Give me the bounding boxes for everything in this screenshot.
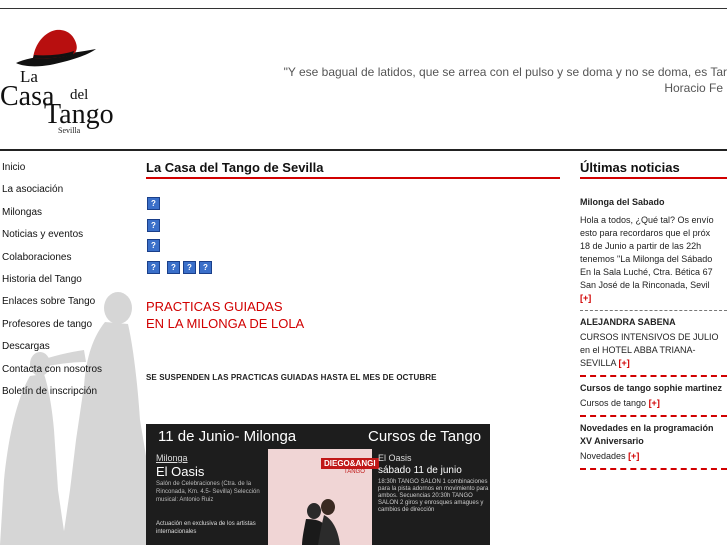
quote-author: Horacio Fe [664, 81, 723, 95]
news-item-title[interactable]: Cursos de tango sophie martinez [580, 382, 727, 395]
broken-image-icon[interactable]: ? [167, 261, 180, 274]
event-flyer-image[interactable]: 11 de Junio- Milonga Cursos de Tango Mil… [146, 424, 490, 545]
news-title-underline [580, 177, 727, 179]
nav-item-noticias-y-eventos[interactable]: Noticias y eventos [2, 224, 102, 246]
news-item-body-line: Novedades [580, 451, 626, 461]
news-item-body-line: CURSOS INTENSIVOS DE JULIO [580, 332, 719, 342]
header-quote: "Y ese bagual de latidos, que se arrea c… [257, 64, 727, 96]
flyer-right-title: Cursos de Tango [368, 428, 482, 445]
practice-line-1: PRACTICAS GUIADAS [146, 299, 283, 314]
news-item: Novedades en la programación XV Aniversa… [580, 422, 727, 463]
news-item-body-line: SEVILLA [580, 358, 617, 368]
news-item-body-line: San José de la Rinconada, Sevil [580, 280, 710, 290]
top-divider [0, 8, 727, 9]
flyer-brand-sub: TANGO [344, 469, 365, 475]
nav-item-descargas[interactable]: Descargas [2, 336, 102, 358]
nav-item-inicio[interactable]: Inicio [2, 157, 102, 179]
news-item-title[interactable]: Novedades en la programación XV Aniversa… [580, 422, 727, 448]
main-nav: Inicio La asociación Milongas Noticias y… [2, 157, 102, 403]
flyer-right-details: 18:30h TANGO SALON 1 combinaciones para … [378, 479, 489, 513]
news-item-body-line: Hola a todos, ¿Qué tal? Os envío [580, 215, 714, 225]
read-more-link[interactable]: [+] [628, 451, 639, 461]
broken-image-icon[interactable]: ? [183, 261, 196, 274]
news-item: ALEJANDRA SABENA CURSOS INTENSIVOS DE JU… [580, 316, 727, 370]
flyer-venue-name: El Oasis [156, 464, 205, 479]
nav-item-historia-del-tango[interactable]: Historia del Tango [2, 269, 102, 291]
news-item-body-line: Cursos de tango [580, 398, 647, 408]
news-separator [580, 310, 727, 311]
flyer-venue-text: Salón de Celebraciones (Ctra. de la Rinc… [156, 481, 260, 503]
flyer-performance-text: Actuación en exclusiva de los artistas i… [156, 521, 256, 535]
news-item-title[interactable]: ALEJANDRA SABENA [580, 316, 727, 329]
news-item-body-line: en el HOTEL ABBA TRIANA- [580, 345, 696, 355]
broken-image-icon[interactable]: ? [147, 219, 160, 232]
news-separator [580, 375, 727, 377]
news-item-title-line: XV Aniversario [580, 436, 644, 446]
page-title: La Casa del Tango de Sevilla [146, 160, 324, 175]
news-item: Milonga del Sabado Hola a todos, ¿Qué ta… [580, 196, 727, 305]
title-underline [146, 177, 560, 179]
news-separator [580, 415, 727, 417]
read-more-link[interactable]: [+] [580, 293, 591, 303]
news-item: Cursos de tango sophie martinez Cursos d… [580, 382, 727, 410]
nav-item-profesores-de-tango[interactable]: Profesores de tango [2, 314, 102, 336]
flyer-right-venue: El Oasis [378, 453, 412, 463]
nav-item-boletin-inscripcion[interactable]: Boletín de inscripción [2, 381, 102, 403]
news-title: Últimas noticias [580, 160, 680, 175]
news-list: Milonga del Sabado Hola a todos, ¿Qué ta… [580, 196, 727, 475]
read-more-link[interactable]: [+] [619, 358, 630, 368]
practice-heading[interactable]: PRACTICAS GUIADAS EN LA MILONGA DE LOLA [146, 298, 304, 332]
flyer-brand-badge: DIEGO&ANGI [321, 458, 379, 469]
suspension-notice: SE SUSPENDEN LAS PRACTICAS GUIADAS HASTA… [146, 373, 437, 382]
flyer-milonga-label: Milonga [156, 453, 188, 463]
flyer-right-date: sábado 11 de junio [378, 465, 462, 476]
read-more-link[interactable]: [+] [649, 398, 660, 408]
broken-image-icon[interactable]: ? [147, 261, 160, 274]
site-logo[interactable]: La Casa del Tango Sevilla [0, 25, 135, 137]
nav-item-colaboraciones[interactable]: Colaboraciones [2, 247, 102, 269]
nav-item-milongas[interactable]: Milongas [2, 202, 102, 224]
news-item-body-line: 18 de Junio a partir de las 22h [580, 241, 702, 251]
hat-icon [16, 29, 96, 67]
header-divider [0, 149, 727, 151]
news-separator [580, 468, 727, 470]
logo-text-sevilla: Sevilla [58, 126, 81, 135]
news-item-body-line: tenemos "La Milonga del Sábado [580, 254, 713, 264]
news-item-body-line: En la Sala Luché, Ctra. Bética 67 [580, 267, 713, 277]
news-item-title[interactable]: Milonga del Sabado [580, 196, 727, 209]
broken-image-icon[interactable]: ? [147, 239, 160, 252]
practice-line-2: EN LA MILONGA DE LOLA [146, 316, 305, 331]
news-item-title-line: Novedades en la programación [580, 423, 714, 433]
nav-item-enlaces-sobre-tango[interactable]: Enlaces sobre Tango [2, 291, 102, 313]
quote-text: "Y ese bagual de latidos, que se arrea c… [283, 65, 727, 79]
broken-image-icon[interactable]: ? [147, 197, 160, 210]
nav-item-contacta[interactable]: Contacta con nosotros [2, 359, 102, 381]
nav-item-la-asociacion[interactable]: La asociación [2, 179, 102, 201]
broken-image-icon[interactable]: ? [199, 261, 212, 274]
news-item-body-line: esto para recordaros que el próx [580, 228, 711, 238]
flyer-left-title: 11 de Junio- Milonga [158, 428, 297, 445]
